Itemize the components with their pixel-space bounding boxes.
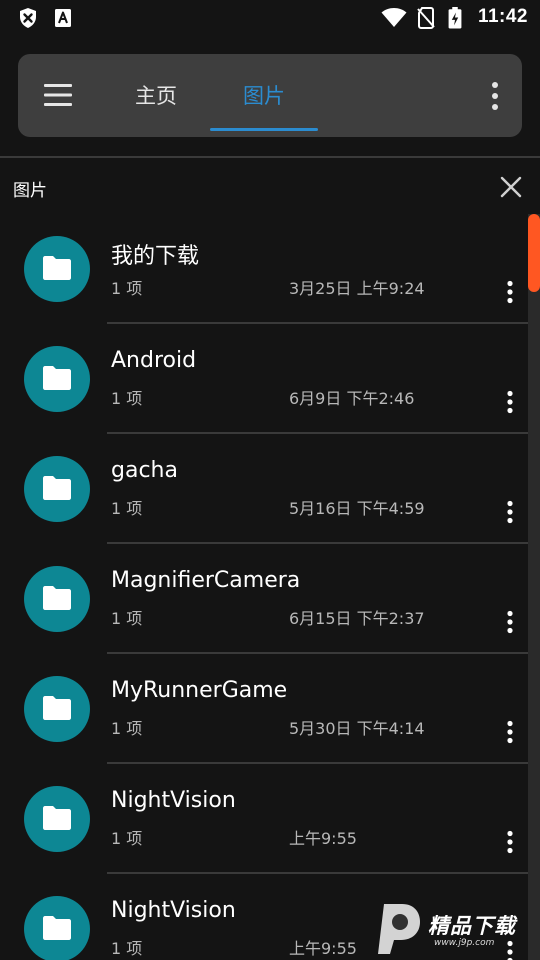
menu-icon[interactable] [42,81,76,109]
tab-indicator [210,128,318,131]
list-item[interactable]: Android 1 项 6月9日 下午2:46 [0,324,540,434]
item-count: 1 项 [111,609,143,628]
item-name: gacha [111,458,178,483]
item-date: 5月30日 下午4:14 [289,719,425,738]
more-vert-icon[interactable] [500,390,520,414]
divider [0,156,540,158]
item-count: 1 项 [111,939,143,958]
folder-icon [24,346,90,412]
sheet-title: 图片 [13,181,47,201]
item-date: 5月16日 下午4:59 [289,499,425,518]
wifi-icon [381,8,407,27]
screen: 11:42 主页 图片 图片 我的下载 1 项 3月25日 上午9:24 And… [0,0,540,960]
folder-icon [24,566,90,632]
status-time: 11:42 [477,6,528,27]
scrollbar-track[interactable] [528,214,540,960]
app-bar: 主页 图片 [18,54,522,137]
item-name: Android [111,348,197,373]
item-date: 3月25日 上午9:24 [289,279,425,298]
no-sim-icon [417,7,435,29]
list-item[interactable]: 我的下载 1 项 3月25日 上午9:24 [0,214,540,324]
folder-icon [24,236,90,302]
status-bar: 11:42 [0,0,540,36]
watermark: 精品下载 www.j9p.com [372,898,540,960]
watermark-logo-icon [378,904,420,954]
more-vert-icon[interactable] [500,280,520,304]
folder-icon [24,456,90,522]
close-icon[interactable] [498,174,524,200]
more-vert-icon[interactable] [500,610,520,634]
tab-images[interactable]: 图片 [210,54,318,137]
folder-icon [24,896,90,960]
more-vert-icon[interactable] [500,830,520,854]
item-name: NightVision [111,898,236,923]
watermark-text: 精品下载 [428,914,516,938]
folder-icon [24,676,90,742]
more-vert-icon[interactable] [488,80,502,112]
tab-home[interactable]: 主页 [102,54,210,137]
list-item[interactable]: NightVision 1 项 上午9:55 [0,764,540,874]
file-list: 我的下载 1 项 3月25日 上午9:24 Android 1 项 6月9日 下… [0,214,540,960]
item-name: MyRunnerGame [111,678,288,703]
list-item[interactable]: MyRunnerGame 1 项 5月30日 下午4:14 [0,654,540,764]
folder-icon [24,786,90,852]
shield-x-icon [20,8,36,28]
item-date: 上午9:55 [289,939,357,958]
item-count: 1 项 [111,389,143,408]
item-count: 1 项 [111,719,143,738]
item-count: 1 项 [111,829,143,848]
item-date: 6月9日 下午2:46 [289,389,415,408]
item-name: 我的下载 [111,244,200,269]
battery-charging-icon [448,7,462,29]
scrollbar-thumb[interactable] [528,214,540,292]
more-vert-icon[interactable] [500,720,520,744]
list-item[interactable]: gacha 1 项 5月16日 下午4:59 [0,434,540,544]
item-name: MagnifierCamera [111,568,301,593]
item-count: 1 项 [111,279,143,298]
more-vert-icon[interactable] [500,500,520,524]
item-date: 6月15日 下午2:37 [289,609,425,628]
font-a-icon [55,9,71,27]
item-count: 1 项 [111,499,143,518]
item-date: 上午9:55 [289,829,357,848]
item-name: NightVision [111,788,236,813]
watermark-url: www.j9p.com [434,938,495,948]
list-item[interactable]: MagnifierCamera 1 项 6月15日 下午2:37 [0,544,540,654]
